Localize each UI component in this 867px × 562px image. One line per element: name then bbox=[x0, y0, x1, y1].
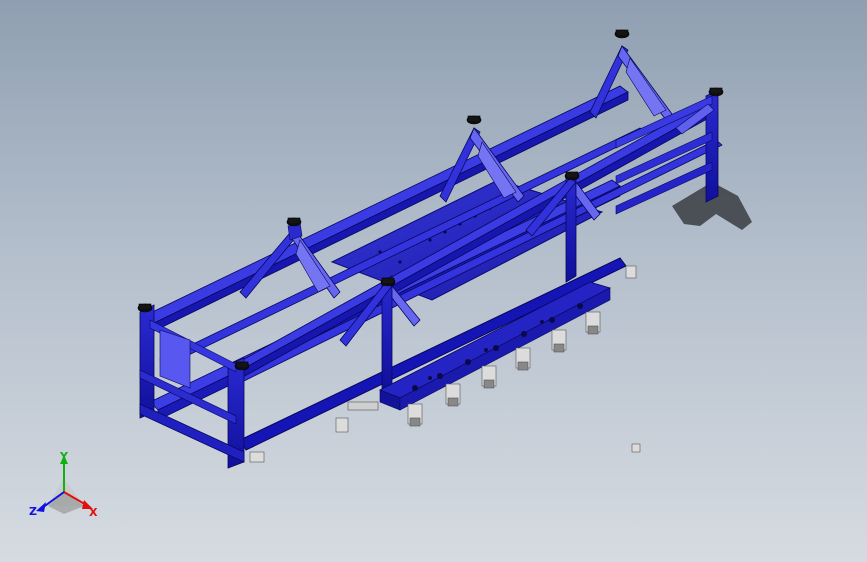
3d-model-view[interactable]: Y X Z bbox=[0, 0, 867, 562]
graphics-viewport[interactable]: Y X Z bbox=[0, 0, 867, 562]
z-axis-label: Z bbox=[29, 505, 37, 518]
x-axis-label: X bbox=[89, 506, 98, 519]
coordinate-triad: Y X Z bbox=[29, 450, 98, 519]
y-axis-label: Y bbox=[59, 450, 69, 463]
assembly-frame[interactable] bbox=[137, 29, 724, 469]
